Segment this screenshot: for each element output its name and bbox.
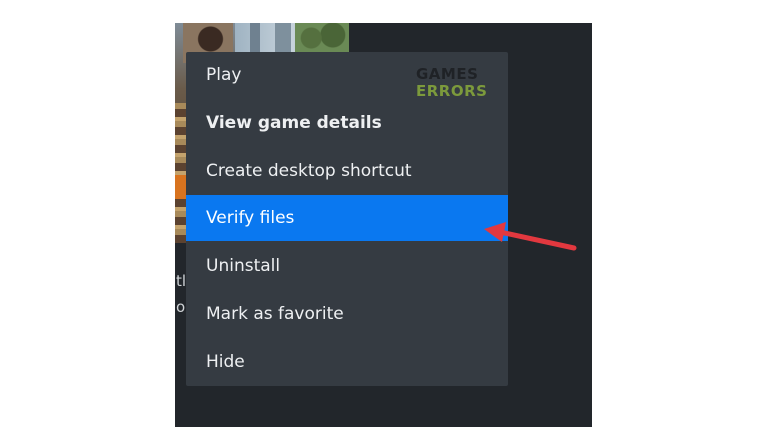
menu-item-create-desktop-shortcut[interactable]: Create desktop shortcut	[186, 148, 508, 194]
menu-item-view-game-details[interactable]: View game details	[186, 100, 508, 146]
menu-item-mark-as-favorite[interactable]: Mark as favorite	[186, 291, 508, 337]
cover-art-trees	[295, 23, 349, 53]
watermark-logo: GAMES ERRORS	[416, 66, 490, 100]
menu-item-uninstall[interactable]: Uninstall	[186, 243, 508, 289]
screenshot-stage: tla or Play View game details Create des…	[0, 0, 768, 427]
watermark-line-2: ERRORS	[416, 82, 488, 100]
menu-item-hide[interactable]: Hide	[186, 339, 508, 385]
watermark-line-1: GAMES	[416, 65, 479, 83]
annotation-arrow-icon	[484, 222, 577, 251]
game-context-menu: Play View game details Create desktop sh…	[186, 52, 508, 386]
menu-item-verify-files[interactable]: Verify files	[186, 195, 508, 241]
